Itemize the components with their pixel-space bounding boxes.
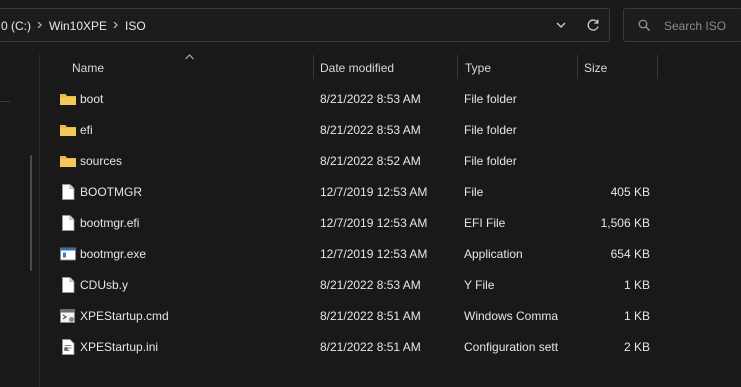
search-icon (638, 19, 650, 31)
file-row[interactable]: bootmgr.efi 12/7/2019 12:53 AM EFI File 1,5… (44, 208, 700, 239)
file-size: 1,506 KB (600, 216, 650, 230)
column-divider[interactable] (577, 55, 578, 79)
file-type: File folder (464, 154, 517, 168)
cmd-script-icon (59, 307, 77, 325)
settings-file-icon (59, 338, 77, 356)
file-type: Windows Comma (464, 309, 559, 323)
file-date-modified: 8/21/2022 8:52 AM (320, 154, 421, 168)
file-name: bootmgr.exe (80, 247, 147, 261)
file-name: XPEStartup.ini (80, 340, 159, 354)
file-date-modified: 12/7/2019 12:53 AM (320, 185, 428, 199)
chevron-down-icon[interactable] (550, 14, 572, 36)
file-type: Y File (464, 278, 495, 292)
file-type: File (464, 185, 484, 199)
nav-pane-scrollbar[interactable] (30, 155, 32, 271)
application-icon (59, 245, 77, 263)
column-divider[interactable] (657, 55, 658, 79)
file-row[interactable]: XPEStartup.ini 8/21/2022 8:51 AM Configura… (44, 332, 700, 363)
file-name: boot (80, 92, 104, 106)
file-size: 1 KB (623, 309, 650, 323)
refresh-icon[interactable] (582, 14, 604, 36)
file-icon (59, 214, 77, 232)
file-name: CDUsb.y (80, 278, 129, 292)
file-size: 2 KB (623, 340, 650, 354)
file-date-modified: 8/21/2022 8:53 AM (320, 123, 421, 137)
file-icon (59, 276, 77, 294)
file-row[interactable]: efi 8/21/2022 8:53 AM File folder (44, 115, 700, 146)
file-date-modified: 12/7/2019 12:53 AM (320, 216, 428, 230)
file-date-modified: 8/21/2022 8:53 AM (320, 278, 421, 292)
nav-pane-divider (0, 101, 10, 102)
file-name: BOOTMGR (80, 185, 142, 199)
file-type: File folder (464, 123, 517, 137)
file-type: EFI File (464, 216, 506, 230)
breadcrumb-iso[interactable]: ISO (125, 19, 146, 33)
file-size: 654 KB (610, 247, 650, 261)
search-placeholder: Search ISO (664, 19, 727, 33)
address-bar[interactable]: 0 (C:) Win10XPE ISO (0, 8, 610, 42)
file-icon (59, 183, 77, 201)
folder-icon (59, 152, 77, 170)
folder-icon (59, 121, 77, 139)
file-type: Application (464, 247, 523, 261)
file-type: File folder (464, 92, 517, 106)
file-date-modified: 8/21/2022 8:53 AM (320, 92, 421, 106)
file-name: XPEStartup.cmd (80, 309, 169, 323)
chevron-right-icon (113, 22, 118, 28)
chevron-right-icon (37, 22, 42, 28)
file-date-modified: 8/21/2022 8:51 AM (320, 309, 421, 323)
column-header-size[interactable]: Size (584, 61, 607, 75)
file-row[interactable]: sources 8/21/2022 8:52 AM File folder (44, 146, 700, 177)
file-name: efi (80, 123, 93, 137)
file-row[interactable]: CDUsb.y 8/21/2022 8:53 AM Y File 1 KB (44, 270, 700, 301)
file-row[interactable]: BOOTMGR 12/7/2019 12:53 AM File 405 KB (44, 177, 700, 208)
file-name: sources (80, 154, 123, 168)
column-divider[interactable] (313, 55, 314, 79)
file-date-modified: 8/21/2022 8:51 AM (320, 340, 421, 354)
file-name: bootmgr.efi (80, 216, 140, 230)
column-header-name[interactable]: Name (72, 61, 104, 75)
folder-icon (59, 90, 77, 108)
column-header-date[interactable]: Date modified (320, 61, 394, 75)
file-row[interactable]: bootmgr.exe 12/7/2019 12:53 AM Application… (44, 239, 700, 270)
file-row[interactable]: XPEStartup.cmd 8/21/2022 8:51 AM Windows C… (44, 301, 700, 332)
file-type: Configuration sett (464, 340, 559, 354)
file-size: 405 KB (610, 185, 650, 199)
nav-pane-border (39, 54, 40, 387)
file-date-modified: 12/7/2019 12:53 AM (320, 247, 428, 261)
column-divider[interactable] (457, 55, 458, 79)
search-box[interactable]: Search ISO (623, 8, 741, 42)
sort-ascending-icon (185, 54, 194, 60)
file-size: 1 KB (623, 278, 650, 292)
file-row[interactable]: boot 8/21/2022 8:53 AM File folder (44, 84, 700, 115)
breadcrumb-win10xpe[interactable]: Win10XPE (49, 19, 107, 33)
column-header-type[interactable]: Type (465, 61, 491, 75)
breadcrumb-drive[interactable]: 0 (C:) (1, 19, 31, 33)
